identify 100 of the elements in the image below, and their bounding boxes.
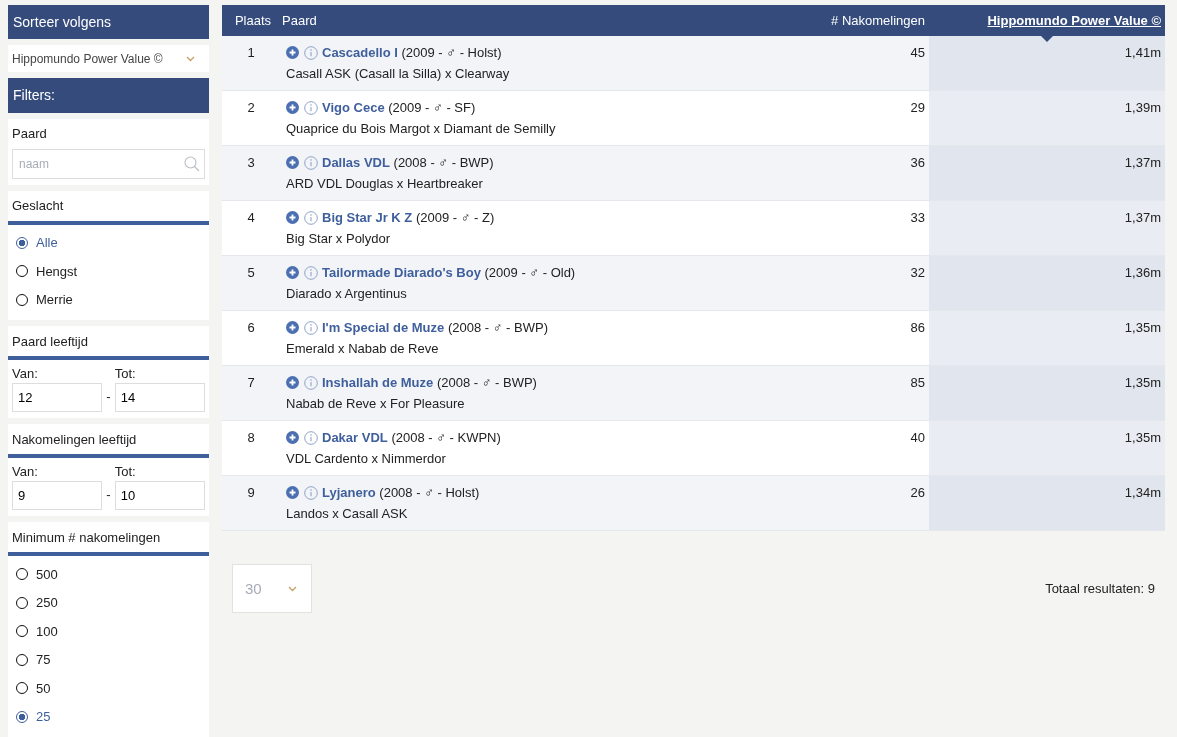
rank-cell-text: 3	[246, 154, 256, 172]
horse-details: (2008 - ♂ - BWP)	[447, 320, 548, 335]
power-value-cell: 1,36m	[929, 256, 1165, 310]
power-value-cell: 1,39m	[929, 91, 1165, 145]
power-value-cell: 1,35m	[929, 311, 1165, 365]
offspring-count-cell-text: 40	[909, 429, 926, 447]
chevron-down-icon	[186, 55, 195, 62]
offspring-count-cell-text: 33	[909, 209, 926, 227]
rank-cell-text: 1	[246, 44, 256, 62]
plus-circle-icon[interactable]	[286, 486, 299, 499]
radio-option[interactable]: Hengst	[12, 257, 205, 286]
rank-cell-text: 8	[246, 429, 256, 447]
pedigree-text: Emerald x Nabab de Reve	[286, 341, 440, 356]
column-header[interactable]: Hippomundo Power Value ©	[929, 5, 1165, 36]
to-label: Tot:	[114, 366, 137, 381]
power-value-cell: 1,37m	[929, 146, 1165, 200]
pedigree-text: Nabab de Reve x For Pleasure	[286, 396, 466, 411]
horse-name-link[interactable]: Big Star Jr K Z	[322, 210, 413, 225]
rank-cell-text: 2	[246, 99, 256, 117]
horse-name-link[interactable]: Vigo Cece	[322, 100, 385, 115]
column-header[interactable]: Paard	[278, 5, 709, 36]
pedigree-text: ARD VDL Douglas x Heartbreaker	[286, 176, 484, 191]
horse-details: (2009 - ♂ - Holst)	[401, 45, 502, 60]
horse-details: (2008 - ♂ - KWPN)	[391, 430, 501, 445]
power-value-cell: 1,35m	[929, 366, 1165, 420]
plus-circle-icon[interactable]	[286, 376, 299, 389]
horse-name-link[interactable]: I'm Special de Muze	[322, 320, 445, 335]
horse-name-link[interactable]: Tailormade Diarado's Boy	[322, 265, 481, 280]
horse-details: (2008 - ♂ - BWP)	[393, 155, 494, 170]
from-field[interactable]: 12	[12, 383, 103, 412]
horse-name-link[interactable]: Dallas VDL	[322, 155, 390, 170]
to-label: Tot:	[114, 464, 137, 479]
rank-cell-text: 6	[246, 319, 256, 337]
power-value-cell: 1,41m	[929, 36, 1165, 90]
sort-dropdown[interactable]: Hippomundo Power Value ©	[8, 45, 209, 73]
rank-cell-text: 4	[246, 209, 256, 227]
horse-details: (2009 - ♂ - SF)	[388, 100, 476, 115]
column-header[interactable]: # Nakomelingen	[709, 5, 929, 36]
plus-circle-icon[interactable]	[286, 266, 299, 279]
power-value-cell: 1,37m	[929, 201, 1165, 255]
radio-option[interactable]: 100	[12, 617, 205, 646]
filters-heading: Filters:	[8, 78, 209, 113]
pedigree-text: Big Star x Polydor	[286, 231, 392, 246]
filter-label: Minimum # nakomelingen	[8, 522, 209, 556]
radio-option[interactable]: Merrie	[12, 285, 205, 314]
horse-details: (2008 - ♂ - BWP)	[436, 375, 537, 390]
total-results: Totaal resultaten: 9	[1045, 581, 1155, 596]
radio-option[interactable]: 250	[12, 588, 205, 617]
from-label: Van:	[12, 464, 39, 479]
range-separator: -	[106, 389, 111, 406]
pedigree-text: Landos x Casall ASK	[286, 506, 409, 521]
filter-label: Geslacht	[8, 190, 209, 225]
plus-circle-icon[interactable]	[286, 211, 299, 224]
radio-option[interactable]: 50	[12, 674, 205, 703]
offspring-count-cell-text: 32	[909, 264, 926, 282]
radio-button[interactable]	[16, 236, 28, 249]
power-value-cell: 1,34m	[929, 476, 1165, 530]
pedigree-text: Diarado x Argentinus	[286, 286, 408, 301]
filter-label: Paard leeftijd	[8, 326, 209, 360]
filter-label: Paard	[12, 125, 48, 143]
horse-name-link[interactable]: Cascadello I	[322, 45, 398, 60]
to-field[interactable]: 14	[114, 383, 205, 412]
radio-option[interactable]: 75	[12, 645, 205, 674]
plus-circle-icon[interactable]	[286, 101, 299, 114]
plus-circle-icon[interactable]	[286, 46, 299, 59]
rank-cell-text: 9	[246, 484, 256, 502]
from-field[interactable]: 9	[12, 481, 103, 510]
horse-name-link[interactable]: Lyjanero	[322, 485, 376, 500]
search-field[interactable]: naam	[12, 148, 205, 179]
radio-option[interactable]: 500	[12, 560, 205, 589]
column-header[interactable]: Plaats	[222, 5, 278, 36]
horse-details: (2009 - ♂ - Z)	[415, 210, 495, 225]
power-value-cell: 1,35m	[929, 421, 1165, 475]
horse-name-link[interactable]: Inshallah de Muze	[322, 375, 434, 390]
plus-circle-icon[interactable]	[286, 156, 299, 169]
radio-button[interactable]	[16, 710, 28, 723]
search-icon	[184, 155, 200, 172]
from-label: Van:	[12, 366, 39, 381]
plus-circle-icon[interactable]	[286, 321, 299, 334]
horse-details: (2008 - ♂ - Holst)	[379, 485, 480, 500]
rank-cell-text: 7	[246, 374, 256, 392]
horse-details: (2009 - ♂ - Old)	[484, 265, 576, 280]
radio-option[interactable]: 25	[12, 702, 205, 731]
to-field[interactable]: 10	[114, 481, 205, 510]
rank-cell-text: 5	[246, 264, 256, 282]
pedigree-text: Casall ASK (Casall la Silla) x Clearway	[286, 66, 511, 81]
pedigree-text: VDL Cardento x Nimmerdor	[286, 451, 447, 466]
radio-option[interactable]: Alle	[12, 228, 205, 257]
chevron-down-icon	[288, 585, 297, 592]
offspring-count-cell-text: 26	[909, 484, 926, 502]
plus-circle-icon[interactable]	[286, 431, 299, 444]
offspring-count-cell-text: 85	[909, 374, 926, 392]
pedigree-text: Quaprice du Bois Margot x Diamant de Semilly	[286, 121, 557, 136]
offspring-count-cell-text: 29	[909, 99, 926, 117]
offspring-count-cell-text: 86	[909, 319, 926, 337]
offspring-count-cell-text: 45	[909, 44, 926, 62]
sort-heading: Sorteer volgens	[8, 5, 209, 40]
range-separator: -	[106, 487, 111, 504]
horse-name-link[interactable]: Dakar VDL	[322, 430, 388, 445]
filter-label: Nakomelingen leeftijd	[8, 424, 209, 458]
